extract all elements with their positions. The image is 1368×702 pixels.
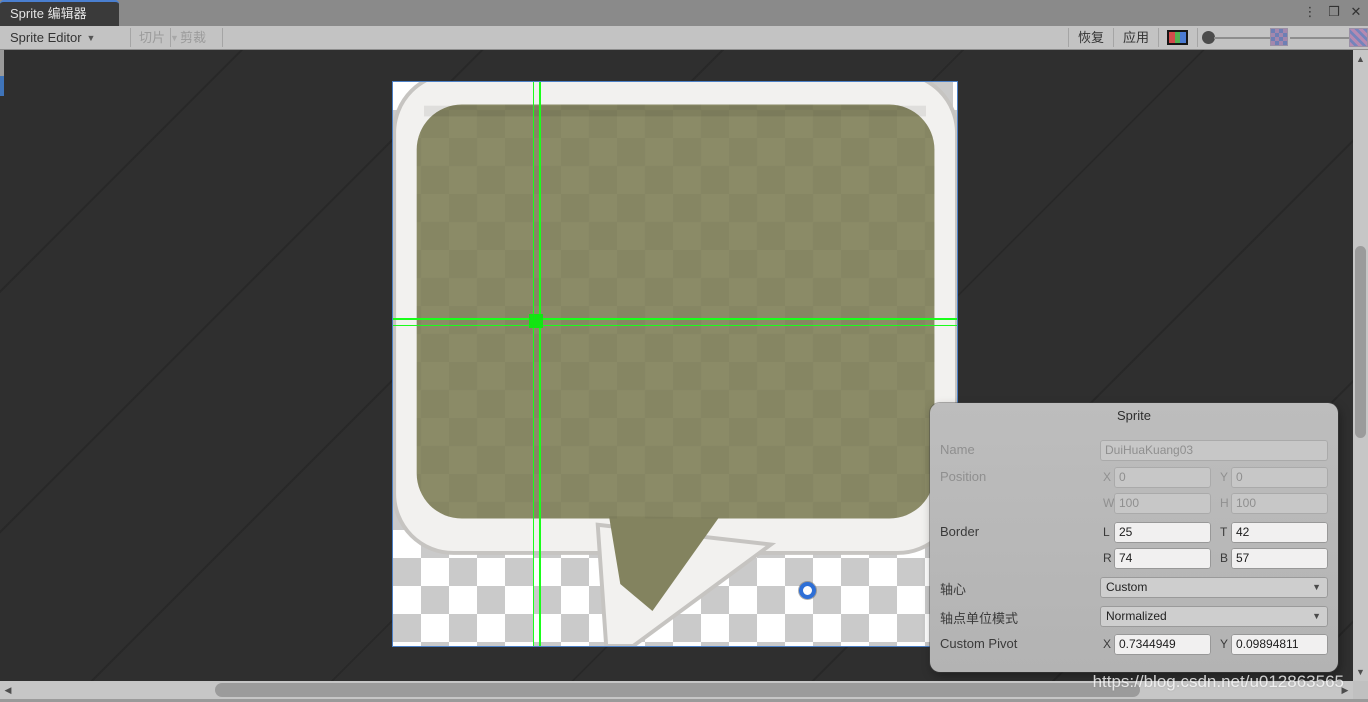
pivot-row: 轴心 Custom ▼ bbox=[930, 577, 1338, 598]
custom-pivot-y-label: Y bbox=[1220, 637, 1229, 651]
pivot-marker[interactable] bbox=[799, 582, 816, 599]
t-label: T bbox=[1220, 525, 1228, 539]
name-field[interactable]: DuiHuaKuang03 bbox=[1100, 440, 1328, 461]
tab-sprite-editor[interactable]: Sprite 编辑器 bbox=[0, 0, 119, 26]
border-bottom-field[interactable]: 57 bbox=[1231, 548, 1328, 569]
b-label: B bbox=[1220, 551, 1229, 565]
sprite-canvas[interactable]: Sprite Name DuiHuaKuang03 Position X 0 Y… bbox=[0, 50, 1353, 681]
horizontal-scrollbar-thumb[interactable] bbox=[215, 683, 1140, 697]
border-guide-right[interactable] bbox=[539, 82, 541, 646]
revert-label: 恢复 bbox=[1078, 30, 1105, 45]
h-label: H bbox=[1220, 496, 1229, 510]
scrollbar-corner bbox=[1353, 681, 1368, 699]
scroll-left-icon[interactable]: ◀ bbox=[1, 681, 15, 699]
chevron-down-icon: ▼ bbox=[1312, 582, 1321, 592]
toolbar-separator bbox=[222, 28, 223, 47]
vertical-scrollbar[interactable]: ▲ ▼ bbox=[1353, 50, 1368, 681]
custom-pivot-x-field[interactable]: 0.7344949 bbox=[1114, 634, 1211, 655]
w-label: W bbox=[1103, 496, 1115, 510]
toolbar-separator bbox=[1158, 28, 1159, 47]
zoom-slider-track[interactable] bbox=[1214, 37, 1270, 39]
custom-pivot-x-label: X bbox=[1103, 637, 1112, 651]
pivot-dropdown-value: Custom bbox=[1106, 580, 1148, 594]
vertical-scrollbar-thumb[interactable] bbox=[1355, 246, 1366, 438]
custom-pivot-y-field[interactable]: 0.09894811 bbox=[1231, 634, 1328, 655]
blue-stripe bbox=[1180, 32, 1187, 43]
pivot-unit-dropdown-value: Normalized bbox=[1106, 609, 1167, 623]
trim-label: 剪裁 bbox=[180, 30, 207, 45]
height-field[interactable]: 100 bbox=[1231, 493, 1328, 514]
apply-button[interactable]: 应用 bbox=[1115, 26, 1157, 49]
toolbar-separator bbox=[1197, 28, 1198, 47]
sprite-editor-mode-label: Sprite Editor bbox=[10, 30, 82, 45]
position-label: Position bbox=[940, 469, 987, 484]
apply-label: 应用 bbox=[1123, 30, 1150, 45]
pivot-dropdown[interactable]: Custom ▼ bbox=[1100, 577, 1328, 598]
scroll-up-icon[interactable]: ▲ bbox=[1353, 52, 1368, 66]
sprite-editor-window: Sprite 编辑器 ⋮ ❒ ✕ Sprite Editor ▼ 切片 ▼ 剪裁 恢… bbox=[0, 0, 1368, 702]
pivot-unit-dropdown[interactable]: Normalized ▼ bbox=[1100, 606, 1328, 627]
mip-slider-track[interactable] bbox=[1290, 37, 1352, 39]
panel-title: Sprite bbox=[1117, 408, 1151, 423]
left-edge-blue-strip bbox=[0, 76, 4, 96]
mip-large-texture-icon bbox=[1350, 29, 1367, 46]
name-row: Name DuiHuaKuang03 bbox=[930, 440, 1338, 461]
toolbar-separator bbox=[1068, 28, 1069, 47]
scroll-down-icon[interactable]: ▼ bbox=[1353, 665, 1368, 679]
border-row-lt: Border L 25 T 42 bbox=[930, 522, 1338, 543]
watermark-text: https://blog.csdn.net/u012863565 bbox=[1092, 672, 1344, 691]
window-menu-icon[interactable]: ⋮ bbox=[1300, 0, 1320, 24]
mip-small-texture-icon bbox=[1271, 29, 1287, 45]
custom-pivot-row: Custom Pivot X 0.7344949 Y 0.09894811 bbox=[930, 634, 1338, 655]
chevron-down-icon: ▼ bbox=[86, 33, 96, 43]
custom-pivot-label: Custom Pivot bbox=[940, 636, 1018, 651]
slice-label: 切片 bbox=[139, 30, 166, 45]
border-right-field[interactable]: 74 bbox=[1114, 548, 1211, 569]
border-guide-top[interactable] bbox=[393, 318, 957, 320]
titlebar: Sprite 编辑器 ⋮ ❒ ✕ bbox=[0, 0, 1368, 26]
trim-button[interactable]: 剪裁 bbox=[172, 26, 214, 49]
close-icon[interactable]: ✕ bbox=[1346, 0, 1366, 24]
tab-label: Sprite 编辑器 bbox=[10, 6, 87, 21]
speech-bubble-sprite bbox=[393, 82, 957, 646]
rgb-alpha-toggle-icon[interactable] bbox=[1167, 30, 1188, 45]
y-label: Y bbox=[1220, 470, 1229, 484]
chevron-down-icon: ▼ bbox=[1312, 611, 1321, 621]
l-label: L bbox=[1103, 525, 1110, 539]
border-guide-left[interactable] bbox=[533, 82, 534, 646]
toolbar-separator bbox=[170, 28, 171, 47]
revert-button[interactable]: 恢复 bbox=[1070, 26, 1112, 49]
name-label: Name bbox=[940, 442, 975, 457]
border-left-field[interactable]: 25 bbox=[1114, 522, 1211, 543]
border-guide-bottom[interactable] bbox=[393, 325, 957, 326]
zoom-mip-slider-group bbox=[1202, 26, 1367, 49]
position-y-field[interactable]: 0 bbox=[1231, 467, 1328, 488]
toolbar-separator bbox=[1113, 28, 1114, 47]
sprite-rect[interactable] bbox=[393, 82, 957, 646]
x-label: X bbox=[1103, 470, 1112, 484]
sprite-detail-panel: Sprite Name DuiHuaKuang03 Position X 0 Y… bbox=[930, 403, 1338, 672]
position-row-xy: Position X 0 Y 0 bbox=[930, 467, 1338, 488]
position-row-wh: W 100 H 100 bbox=[930, 493, 1338, 514]
sprite-editor-mode-dropdown[interactable]: Sprite Editor ▼ bbox=[2, 26, 103, 49]
width-field[interactable]: 100 bbox=[1114, 493, 1211, 514]
maximize-icon[interactable]: ❒ bbox=[1324, 0, 1344, 24]
position-x-field[interactable]: 0 bbox=[1114, 467, 1211, 488]
border-corner-handle[interactable] bbox=[529, 314, 543, 328]
left-edge-strip bbox=[0, 50, 4, 76]
pivot-unit-label: 轴点单位模式 bbox=[940, 611, 1019, 626]
pivot-label: 轴心 bbox=[940, 582, 967, 597]
pivot-unit-row: 轴点单位模式 Normalized ▼ bbox=[930, 606, 1338, 627]
toolbar: Sprite Editor ▼ 切片 ▼ 剪裁 恢复 应用 bbox=[0, 26, 1368, 50]
border-row-rb: R 74 B 57 bbox=[930, 548, 1338, 569]
border-label: Border bbox=[940, 524, 980, 539]
border-top-field[interactable]: 42 bbox=[1231, 522, 1328, 543]
r-label: R bbox=[1103, 551, 1112, 565]
